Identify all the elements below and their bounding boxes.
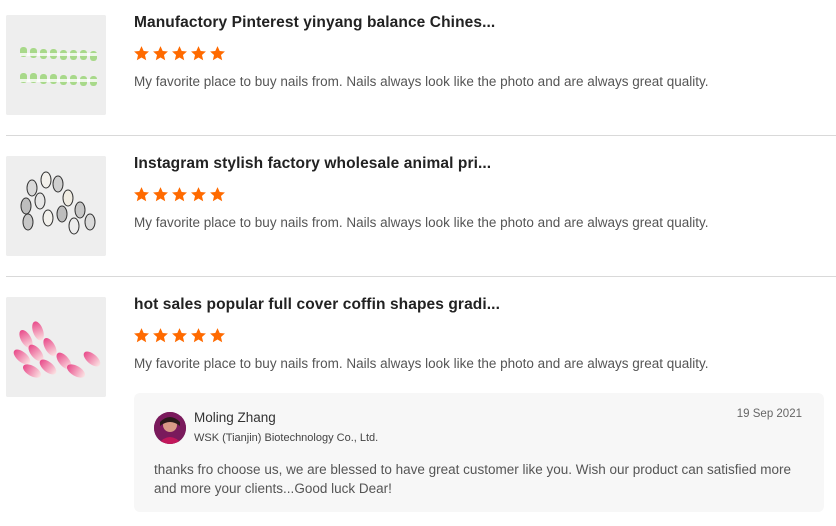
seller-reply: Moling Zhang WSK (Tianjin) Biotechnology… (134, 393, 824, 512)
star-icon (172, 46, 187, 61)
reply-text: thanks fro choose us, we are blessed to … (154, 462, 792, 496)
review-text: My favorite place to buy nails from. Nai… (134, 74, 709, 89)
product-thumbnail[interactable] (6, 156, 106, 256)
rating-stars (133, 327, 226, 344)
star-icon (134, 187, 149, 202)
product-title[interactable]: hot sales popular full cover coffin shap… (134, 296, 500, 314)
star-icon (153, 328, 168, 343)
star-icon (210, 187, 225, 202)
star-icon (134, 46, 149, 61)
review-text: My favorite place to buy nails from. Nai… (134, 215, 709, 230)
star-icon (134, 328, 149, 343)
seller-name: Moling Zhang (194, 410, 276, 425)
star-icon (191, 46, 206, 61)
product-thumbnail[interactable] (6, 15, 106, 115)
star-icon (153, 46, 168, 61)
star-icon (191, 187, 206, 202)
divider (6, 276, 836, 277)
product-thumbnail[interactable] (6, 297, 106, 397)
reply-date: 19 Sep 2021 (736, 408, 802, 420)
star-icon (210, 46, 225, 61)
star-icon (172, 328, 187, 343)
star-icon (210, 328, 225, 343)
star-icon (191, 328, 206, 343)
star-icon (153, 187, 168, 202)
rating-stars (133, 45, 226, 62)
seller-avatar (154, 412, 186, 444)
rating-stars (133, 186, 226, 203)
product-title[interactable]: Manufactory Pinterest yinyang balance Ch… (134, 14, 495, 32)
divider (6, 135, 836, 136)
review-text: My favorite place to buy nails from. Nai… (134, 356, 709, 371)
star-icon (172, 187, 187, 202)
seller-company[interactable]: WSK (Tianjin) Biotechnology Co., Ltd. (194, 432, 378, 444)
product-title[interactable]: Instagram stylish factory wholesale anim… (134, 155, 491, 173)
